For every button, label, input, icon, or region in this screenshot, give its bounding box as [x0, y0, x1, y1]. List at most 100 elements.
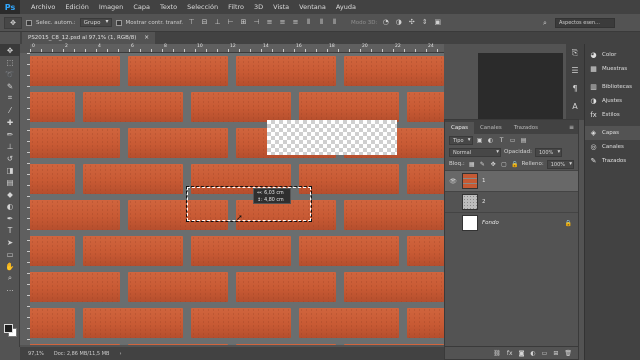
- align-hcenter-icon[interactable]: ⊞: [239, 18, 248, 27]
- lock-pixels-icon[interactable]: ✎: [479, 161, 487, 168]
- pen-tool-icon[interactable]: ✒: [0, 212, 20, 224]
- distribute-vcenter-icon[interactable]: ≡: [278, 18, 287, 27]
- filter-adjustment-icon[interactable]: ◐: [487, 137, 495, 144]
- side-item-color[interactable]: ◕ Color: [585, 48, 640, 62]
- layer-row-1[interactable]: 👁 1: [445, 170, 578, 191]
- marquee-tool-icon[interactable]: ⬚: [0, 56, 20, 68]
- layer-name[interactable]: 2: [482, 199, 578, 205]
- eraser-tool-icon[interactable]: ◨: [0, 164, 20, 176]
- panel-menu-icon[interactable]: ≡: [569, 122, 578, 134]
- zoom-tool-icon[interactable]: ⌕: [0, 272, 20, 284]
- dodge-tool-icon[interactable]: ◐: [0, 200, 20, 212]
- side-item-libraries[interactable]: ▥ Bibliotecas: [585, 80, 640, 94]
- distribute-right-icon[interactable]: ⦀: [330, 18, 339, 27]
- clone-stamp-tool-icon[interactable]: ⊥: [0, 140, 20, 152]
- filter-shape-icon[interactable]: ▭: [509, 137, 517, 144]
- document-tab[interactable]: PS2015_C8_12.psd al 97,1% (1, RGB/8) ×: [22, 32, 156, 44]
- align-vcenter-icon[interactable]: ⊟: [200, 18, 209, 27]
- lasso-tool-icon[interactable]: ➰: [0, 68, 20, 80]
- close-icon[interactable]: ×: [144, 34, 149, 41]
- paragraph-panel-icon[interactable]: ¶: [566, 80, 584, 98]
- delete-layer-icon[interactable]: 🗑: [564, 350, 572, 357]
- character-panel-icon[interactable]: A: [566, 98, 584, 116]
- layer-row-fondo[interactable]: Fondo 🔒: [445, 212, 578, 233]
- layer-name[interactable]: Fondo: [482, 220, 565, 226]
- distribute-hcenter-icon[interactable]: ⦀: [317, 18, 326, 27]
- slide-3d-icon[interactable]: ⇕: [420, 18, 429, 27]
- quick-select-tool-icon[interactable]: ✎: [0, 80, 20, 92]
- auto-select-checkbox[interactable]: [26, 19, 32, 26]
- filter-smart-icon[interactable]: ▤: [520, 137, 528, 144]
- properties-panel-icon[interactable]: ☰: [566, 62, 584, 80]
- menu-3d[interactable]: 3D: [249, 0, 268, 14]
- visibility-eye-icon[interactable]: 👁: [448, 178, 458, 185]
- move-tool-preset-icon[interactable]: ✥: [4, 16, 22, 29]
- align-bottom-icon[interactable]: ⊥: [213, 18, 222, 27]
- roll-3d-icon[interactable]: ◑: [394, 18, 403, 27]
- tab-paths[interactable]: Trazados: [508, 122, 544, 134]
- distribute-top-icon[interactable]: ≡: [265, 18, 274, 27]
- distribute-left-icon[interactable]: ⦀: [304, 18, 313, 27]
- menu-seleccion[interactable]: Selección: [182, 0, 223, 14]
- foreground-color-swatch[interactable]: [4, 324, 13, 333]
- align-top-icon[interactable]: ⊤: [187, 18, 196, 27]
- tab-channels[interactable]: Canales: [474, 122, 508, 134]
- fill-field[interactable]: 100%: [546, 159, 574, 169]
- menu-ayuda[interactable]: Ayuda: [331, 0, 361, 14]
- crop-tool-icon[interactable]: ⌗: [0, 92, 20, 104]
- align-left-icon[interactable]: ⊢: [226, 18, 235, 27]
- filter-type-icon[interactable]: T: [498, 137, 506, 144]
- workspace-dropdown[interactable]: Aspectos esen...: [555, 18, 615, 28]
- filter-kind-dropdown[interactable]: Tipo: [449, 135, 473, 145]
- menu-texto[interactable]: Texto: [155, 0, 182, 14]
- new-layer-icon[interactable]: ⊞: [553, 350, 558, 357]
- lock-artboard-icon[interactable]: ▢: [500, 161, 508, 168]
- side-item-paths[interactable]: ✎ Trazados: [585, 154, 640, 168]
- add-mask-icon[interactable]: ◙: [519, 350, 525, 357]
- side-item-layers[interactable]: ◈ Capas: [585, 126, 640, 140]
- hand-tool-icon[interactable]: ✋: [0, 260, 20, 272]
- lock-transparency-icon[interactable]: ▦: [468, 161, 476, 168]
- brush-tool-icon[interactable]: ✏: [0, 128, 20, 140]
- gradient-tool-icon[interactable]: ▤: [0, 176, 20, 188]
- side-item-styles[interactable]: fx Estilos: [585, 108, 640, 122]
- type-tool-icon[interactable]: T: [0, 224, 20, 236]
- blur-tool-icon[interactable]: ◆: [0, 188, 20, 200]
- rectangle-tool-icon[interactable]: ▭: [0, 248, 20, 260]
- eyedropper-tool-icon[interactable]: ⁄: [0, 104, 20, 116]
- lock-position-icon[interactable]: ✥: [489, 161, 497, 168]
- horizontal-ruler[interactable]: 0 2 4 6 8 10 12 14 16 18 20 22 24: [30, 44, 444, 53]
- new-group-icon[interactable]: ▭: [542, 350, 548, 357]
- scale-3d-icon[interactable]: ▣: [433, 18, 442, 27]
- menu-imagen[interactable]: Imagen: [94, 0, 128, 14]
- move-tool-icon[interactable]: ✥: [0, 44, 20, 56]
- side-item-swatches[interactable]: ▦ Muestras: [585, 62, 640, 76]
- document-canvas[interactable]: ↔: 6,03 cm ↕: 4,80 cm ➚: [30, 53, 444, 345]
- auto-select-dropdown[interactable]: Grupo: [79, 18, 112, 27]
- distribute-bottom-icon[interactable]: ≡: [291, 18, 300, 27]
- side-item-adjustments[interactable]: ◑ Ajustes: [585, 94, 640, 108]
- menu-edicion[interactable]: Edición: [60, 0, 94, 14]
- layer-row-2[interactable]: 2: [445, 191, 578, 212]
- vertical-ruler[interactable]: [20, 53, 30, 345]
- opacity-field[interactable]: 100%: [534, 147, 563, 157]
- layer-name[interactable]: 1: [482, 178, 578, 184]
- tab-layers[interactable]: Capas: [445, 122, 474, 134]
- layer-style-icon[interactable]: fx: [507, 350, 513, 357]
- status-arrow-icon[interactable]: ›: [119, 351, 121, 357]
- side-item-channels[interactable]: ◎ Canales: [585, 140, 640, 154]
- filter-pixel-icon[interactable]: ▣: [476, 137, 484, 144]
- lock-all-icon[interactable]: 🔒: [511, 161, 519, 168]
- show-transform-checkbox[interactable]: [115, 19, 122, 26]
- search-icon[interactable]: ⌕: [540, 18, 550, 28]
- menu-archivo[interactable]: Archivo: [26, 0, 60, 14]
- adjustment-layer-icon[interactable]: ◐: [530, 350, 535, 357]
- align-right-icon[interactable]: ⊣: [252, 18, 261, 27]
- selection-marquee[interactable]: [186, 186, 312, 222]
- pan-3d-icon[interactable]: ✣: [407, 18, 416, 27]
- history-panel-icon[interactable]: ⎘: [566, 44, 584, 62]
- menu-vista[interactable]: Vista: [268, 0, 294, 14]
- zoom-level[interactable]: 97,1%: [28, 351, 44, 357]
- history-brush-tool-icon[interactable]: ↺: [0, 152, 20, 164]
- more-tools-icon[interactable]: ⋯: [0, 284, 20, 296]
